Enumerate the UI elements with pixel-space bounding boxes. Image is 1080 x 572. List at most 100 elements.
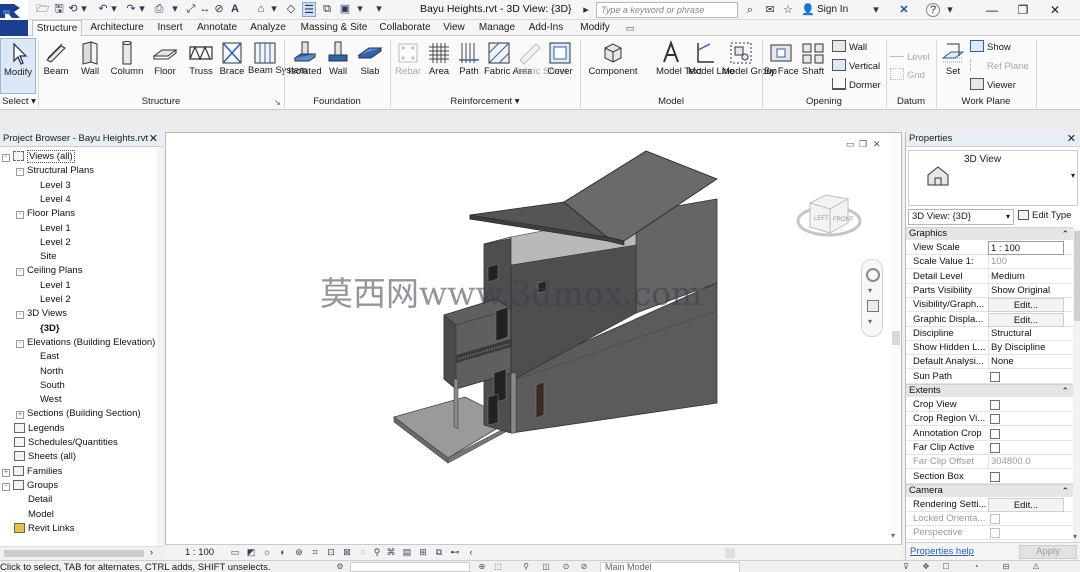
view-cube[interactable]: LEFT FRONT — [796, 183, 862, 243]
3d-dropdown-icon[interactable]: ▾ — [270, 2, 278, 17]
property-checkbox[interactable] — [990, 371, 1000, 382]
tab-architecture[interactable]: Architecture — [84, 20, 150, 36]
collapse-icon[interactable]: - — [16, 311, 24, 320]
tab-insert[interactable]: Insert — [152, 20, 188, 36]
minimize-icon[interactable]: — — [977, 0, 1007, 20]
viewport-restore-icon[interactable]: ❐ — [859, 139, 867, 150]
wall-foundation-button[interactable]: Wall — [324, 38, 352, 94]
by-face-opening-button[interactable]: By Face — [764, 38, 799, 94]
tree-item[interactable]: {3D} — [30, 322, 60, 335]
favorites-star-icon[interactable]: ☆ — [780, 2, 796, 18]
tree-item[interactable]: -3D Views — [16, 307, 67, 320]
component-button[interactable]: Component — [582, 38, 644, 94]
application-menu-button[interactable] — [0, 20, 28, 36]
floor-button[interactable]: Floor — [148, 38, 182, 94]
brace-button[interactable]: Brace — [218, 38, 246, 94]
drag-elements-icon[interactable]: ✥ — [920, 562, 932, 572]
select-underlay-icon[interactable]: ◫ — [540, 562, 552, 572]
project-browser-scrollbar[interactable] — [157, 148, 163, 546]
crop-view-icon[interactable]: ⌗ — [309, 547, 321, 558]
expand-icon[interactable]: + — [2, 468, 10, 477]
3d-view-icon[interactable]: ⌂ — [254, 2, 268, 17]
tree-item[interactable]: - Views (all) — [2, 150, 75, 163]
properties-help-link[interactable]: Properties help — [910, 546, 974, 557]
tag-icon[interactable]: ⊘ — [212, 2, 226, 17]
tree-item[interactable]: Level 1 — [30, 279, 71, 292]
properties-scrollbar[interactable]: ▾ — [1073, 229, 1080, 542]
zoom-region-icon[interactable] — [867, 300, 879, 312]
reveal-constraints-icon[interactable]: ⊷ — [449, 547, 461, 558]
cover-button[interactable]: Cover — [544, 38, 576, 94]
open-icon[interactable]: 🗁 — [36, 2, 50, 17]
show-crop-icon[interactable]: ⊡ — [325, 547, 337, 558]
background-processes-icon[interactable]: ◔ — [970, 562, 982, 572]
tree-item[interactable]: Model — [16, 508, 54, 521]
dormer-opening-button[interactable]: Dormer — [832, 78, 881, 93]
tree-item[interactable]: East — [30, 350, 59, 363]
tree-item[interactable]: Detail — [16, 493, 52, 506]
path-reinforcement-button[interactable]: Path — [454, 38, 484, 94]
print-dropdown-icon[interactable]: ▾ — [168, 2, 182, 17]
instance-filter-select[interactable]: 3D View: {3D} ▾ — [908, 209, 1014, 225]
print-icon[interactable]: ⎙ — [152, 2, 166, 17]
close-hidden-icon[interactable]: ⧉ — [320, 2, 334, 17]
tree-item[interactable]: Site — [30, 250, 56, 263]
fabric-sheet-button[interactable]: Fabric Sheet — [514, 38, 568, 94]
collapse-icon[interactable]: - — [16, 211, 24, 220]
viewport-vscrollbar[interactable]: ▾ — [891, 133, 901, 543]
tree-item[interactable]: Level 4 — [30, 193, 71, 206]
tree-item[interactable]: - Groups — [2, 479, 58, 492]
property-value[interactable]: Structural — [988, 326, 1064, 341]
grid-button[interactable]: Grid — [890, 68, 925, 83]
viewport-close-icon[interactable]: ✕ — [873, 139, 881, 150]
structure-panel-launcher-icon[interactable]: ↘ — [274, 98, 281, 107]
wheel-dropdown-icon[interactable]: ▾ — [868, 286, 872, 295]
warnings-icon[interactable]: ⚠ — [1030, 562, 1042, 572]
collapse-group-icon[interactable]: ⌃ — [1061, 228, 1069, 240]
binoculars-icon[interactable]: ⌕ — [742, 2, 758, 18]
filter-icon[interactable]: ⊽ — [900, 562, 912, 572]
scroll-right-icon[interactable]: › — [150, 547, 153, 557]
tree-item[interactable]: - Elevations (Building Elevation) — [16, 336, 155, 349]
property-group-header[interactable]: Extents ⌃ — [906, 384, 1073, 397]
tree-item[interactable]: - Floor Plans — [16, 207, 75, 220]
reinforcement-panel-title[interactable]: Reinforcement ▾ — [392, 96, 578, 108]
project-browser-hscrollbar[interactable]: › — [0, 546, 163, 560]
collapse-icon[interactable]: - — [16, 339, 24, 348]
thin-lines-icon[interactable]: ☰ — [302, 2, 316, 17]
vertical-opening-button[interactable]: Vertical — [832, 59, 880, 74]
model-line-button[interactable]: Model Line — [688, 38, 734, 94]
tree-item[interactable]: North — [30, 365, 63, 378]
tree-item[interactable]: West — [30, 393, 61, 406]
property-checkbox[interactable] — [990, 442, 1000, 453]
tab-annotate[interactable]: Annotate — [192, 20, 242, 36]
tree-item[interactable]: + Sections (Building Section) — [16, 407, 141, 420]
collapse-icon[interactable]: - — [2, 482, 10, 491]
temporary-properties-icon[interactable]: ▤ — [401, 547, 413, 558]
property-value[interactable]: 1 : 100 — [988, 241, 1064, 255]
apply-button[interactable]: Apply — [1019, 545, 1077, 559]
tree-item[interactable]: Level 1 — [30, 222, 71, 235]
tree-item[interactable]: Sheets (all) — [2, 450, 76, 463]
tab-analyze[interactable]: Analyze — [246, 20, 290, 36]
redo-icon[interactable]: ↷ — [124, 2, 138, 17]
tree-item[interactable]: Level 3 — [30, 179, 71, 192]
tree-item[interactable]: Schedules/Quantities — [2, 436, 118, 449]
steering-wheel-icon[interactable] — [866, 268, 880, 282]
close-icon[interactable]: ✕ — [1067, 132, 1076, 146]
tree-item[interactable]: Level 2 — [30, 293, 71, 306]
tree-item[interactable]: Level 2 — [30, 236, 71, 249]
close-window-icon[interactable]: ✕ — [1040, 0, 1070, 20]
fabric-area-button[interactable]: Fabric Area — [484, 38, 533, 94]
model-text-button[interactable]: Model Text — [656, 38, 702, 94]
press-drag-icon[interactable]: ☐ — [940, 562, 952, 572]
design-options-icon[interactable]: ⊕ — [476, 562, 488, 572]
save-icon[interactable]: 🖫 — [52, 2, 66, 17]
tree-item[interactable]: - Structural Plans — [16, 164, 94, 177]
help-dropdown-icon[interactable]: ▾ — [942, 2, 958, 18]
isolated-foundation-button[interactable]: Isolated — [286, 38, 324, 94]
design-option-select[interactable]: Main Model — [600, 562, 740, 572]
show-work-plane-button[interactable]: Show — [970, 40, 1011, 55]
customize-qat-icon[interactable]: ▾ — [372, 2, 386, 17]
tab-view[interactable]: View — [438, 20, 470, 36]
